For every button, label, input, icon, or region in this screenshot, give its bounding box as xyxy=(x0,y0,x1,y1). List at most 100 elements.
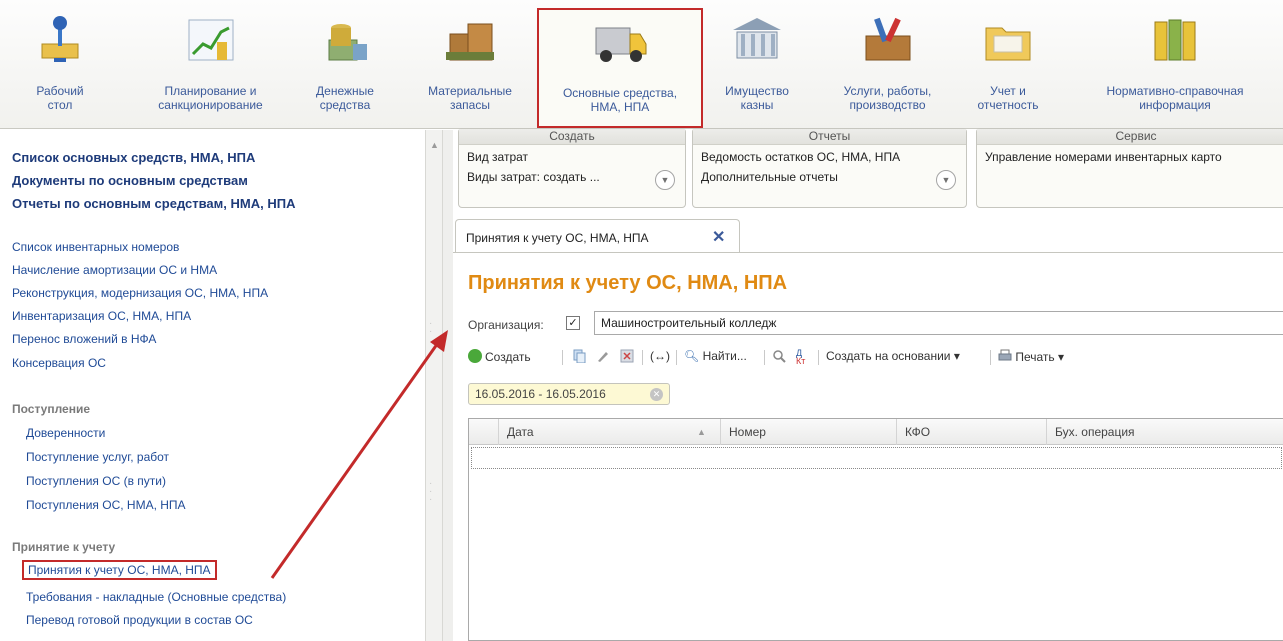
column-number[interactable]: Номер xyxy=(721,419,897,445)
section-planning[interactable]: Планирование и санкционирование xyxy=(138,14,283,112)
page-title: Принятия к учету ОС, НМА, НПА xyxy=(468,272,788,294)
organization-checkbox[interactable]: ✓ xyxy=(566,316,580,330)
collapse-up-icon[interactable]: ▲ xyxy=(430,140,439,150)
nav-reconstruction[interactable]: Реконструкция, модернизация ОС, НМА, НПА xyxy=(12,286,268,300)
toolbar-separator-2 xyxy=(642,350,643,365)
binders-icon xyxy=(1147,14,1203,66)
section-services[interactable]: Услуги, работы, производство xyxy=(830,14,945,112)
print-button[interactable]: Печать ▾ xyxy=(998,349,1064,364)
nav-powers-of-attorney[interactable]: Доверенности xyxy=(26,426,105,440)
coins-icon xyxy=(317,14,373,66)
tab-accept-fixed-assets[interactable]: Принятия к учету ОС, НМА, НПА ✕ xyxy=(455,219,740,253)
truck-icon xyxy=(592,16,648,68)
report-balance-statement[interactable]: Ведомость остатков ОС, НМА, НПА xyxy=(701,150,900,164)
create-based-on-label: Создать на основании xyxy=(826,349,951,363)
left-navigation: Список основных средств, НМА, НПА Докуме… xyxy=(0,130,425,641)
expand-chevron-icon-reports[interactable]: ▼ xyxy=(936,170,956,190)
nav-accept-fixed-assets[interactable]: Принятия к учету ОС, НМА, НПА xyxy=(22,560,217,580)
toolbar: Создать (↔) 🔍︎ Найти... Д Кт Создать на о… xyxy=(468,345,1283,371)
chart-icon xyxy=(183,14,239,66)
expand-chevron-icon[interactable]: ▼ xyxy=(655,170,675,190)
create-expense-type[interactable]: Вид затрат xyxy=(467,150,528,164)
nav-depreciation[interactable]: Начисление амортизации ОС и НМА xyxy=(12,263,217,277)
panel-service-title: Сервис xyxy=(977,129,1283,145)
create-button-label: Создать xyxy=(485,350,531,364)
section-reporting[interactable]: Учет и отчетность xyxy=(968,14,1048,112)
desk-lamp-icon xyxy=(32,14,88,66)
tab-divider xyxy=(453,252,1283,253)
period-value: 16.05.2016 - 16.05.2016 xyxy=(475,387,606,401)
nav-receipt-fixed-assets[interactable]: Поступления ОС, НМА, НПА xyxy=(26,498,186,512)
find-button[interactable]: 🔍︎ Найти... xyxy=(684,349,747,363)
nav-group-accept: Принятие к учету xyxy=(12,540,116,554)
debit-credit-icon[interactable]: Д Кт xyxy=(796,349,805,366)
section-fixed-assets[interactable]: Основные средства, НМА, НПА xyxy=(537,8,703,128)
nav-conservation[interactable]: Консервация ОС xyxy=(12,356,106,370)
nav-finished-goods-transfer[interactable]: Перевод готовой продукции в состав ОС xyxy=(26,613,253,627)
printer-icon xyxy=(998,349,1012,361)
splitter-grip-icon-lower: · · · xyxy=(429,478,433,505)
period-filter[interactable]: 16.05.2016 - 16.05.2016 ✕ xyxy=(468,383,670,405)
toolbar-separator-4 xyxy=(764,350,765,365)
nav-inventory[interactable]: Инвентаризация ОС, НМА, НПА xyxy=(12,309,191,323)
table-header: Дата ▲ Номер КФО Бух. операция xyxy=(469,419,1283,445)
service-inventory-card-numbers[interactable]: Управление номерами инвентарных карто xyxy=(985,150,1222,164)
search-icon: 🔍︎ xyxy=(684,349,700,363)
panel-splitter[interactable]: ▲ · · · · · xyxy=(425,130,443,641)
section-desktop[interactable]: Рабочий стол xyxy=(20,14,100,112)
building-icon xyxy=(729,14,785,66)
nav-receipt-services[interactable]: Поступление услуг, работ xyxy=(26,450,169,464)
report-additional[interactable]: Дополнительные отчеты xyxy=(701,170,838,184)
chevron-down-icon-print: ▾ xyxy=(1058,350,1065,364)
print-button-label: Печать xyxy=(1015,350,1055,364)
copy-icon[interactable] xyxy=(572,349,586,366)
column-operation[interactable]: Бух. операция xyxy=(1047,419,1283,445)
chevron-down-icon: ▾ xyxy=(953,349,960,363)
cancel-search-icon[interactable] xyxy=(772,349,786,366)
toolbar-separator-3 xyxy=(676,350,677,365)
sort-ascending-icon: ▲ xyxy=(697,427,706,437)
splitter-grip-icon: · · xyxy=(429,318,433,337)
create-expense-types-new[interactable]: Виды затрат: создать ... xyxy=(467,170,600,184)
column-date[interactable]: Дата ▲ xyxy=(499,419,721,445)
toolbar-separator xyxy=(562,350,563,365)
panel-reports: Отчеты Ведомость остатков ОС, НМА, НПА Д… xyxy=(692,128,967,208)
organization-field[interactable]: Машиностроительный колледж xyxy=(594,311,1283,335)
find-button-label: Найти... xyxy=(702,349,747,363)
panel-create: Создать Вид затрат Виды затрат: создать … xyxy=(458,128,686,208)
delete-icon[interactable] xyxy=(620,349,634,366)
column-date-label: Дата xyxy=(507,425,534,439)
nav-group-receipt: Поступление xyxy=(12,402,91,416)
panel-reports-title: Отчеты xyxy=(693,129,966,145)
folder-icon xyxy=(980,14,1036,66)
create-button[interactable]: Создать xyxy=(468,349,531,364)
organization-label: Организация: xyxy=(468,318,544,332)
table-row[interactable] xyxy=(471,447,1282,469)
nav-requisitions[interactable]: Требования - накладные (Основные средств… xyxy=(26,590,286,604)
panel-create-title: Создать xyxy=(459,129,685,145)
documents-table: Дата ▲ Номер КФО Бух. операция xyxy=(468,418,1283,641)
nav-transfer-nfa[interactable]: Перенос вложений в НФА xyxy=(12,332,156,346)
section-treasury[interactable]: Имущество казны xyxy=(712,14,802,112)
toolbar-separator-6 xyxy=(990,350,991,365)
toolbar-separator-5 xyxy=(818,350,819,365)
nav-fixed-assets-reports[interactable]: Отчеты по основным средствам, НМА, НПА xyxy=(12,196,295,211)
content-edge xyxy=(443,130,453,641)
edit-icon[interactable] xyxy=(596,349,610,366)
nav-inventory-numbers[interactable]: Список инвентарных номеров xyxy=(12,240,179,254)
boxes-icon xyxy=(442,14,498,66)
add-icon xyxy=(468,349,482,363)
create-based-on-button[interactable]: Создать на основании ▾ xyxy=(826,349,960,363)
toolbox-icon xyxy=(860,14,916,66)
link-icon[interactable]: (↔) xyxy=(650,349,670,363)
column-kfo[interactable]: КФО xyxy=(897,419,1047,445)
nav-fixed-assets-documents[interactable]: Документы по основным средствам xyxy=(12,173,248,188)
section-money[interactable]: Денежные средства xyxy=(300,14,390,112)
section-reference[interactable]: Нормативно-справочная информация xyxy=(1090,14,1260,112)
section-materials[interactable]: Материальные запасы xyxy=(420,14,520,112)
clear-filter-icon[interactable]: ✕ xyxy=(650,388,663,401)
nav-receipt-in-transit[interactable]: Поступления ОС (в пути) xyxy=(26,474,166,488)
sections-panel: Рабочий стол Планирование и санкциониров… xyxy=(0,0,1283,129)
close-icon[interactable]: ✕ xyxy=(712,227,725,247)
nav-fixed-assets-list[interactable]: Список основных средств, НМА, НПА xyxy=(12,150,255,165)
